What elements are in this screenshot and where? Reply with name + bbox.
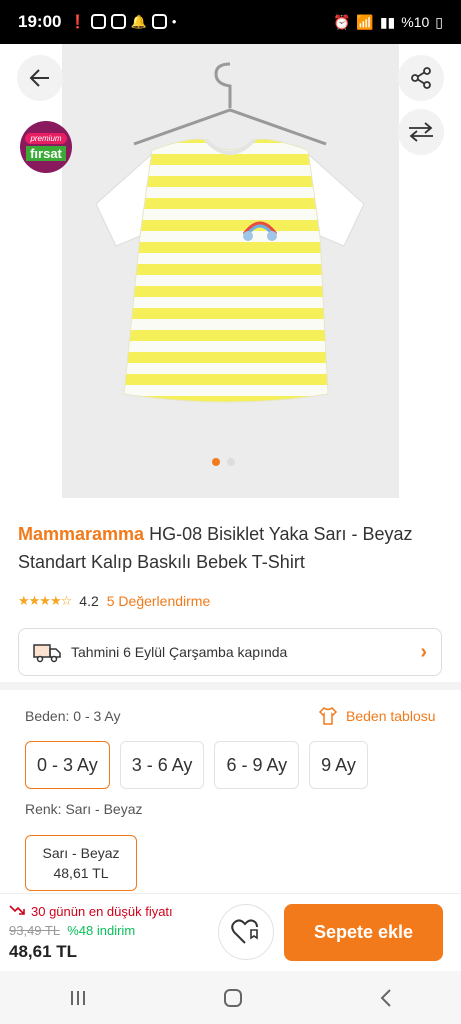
instagram-icon-3 [151, 14, 167, 29]
brand-link[interactable]: Mammaramma [18, 524, 144, 544]
gallery-pagination [212, 458, 235, 466]
rating-row[interactable]: ★★★★☆ 4.2 5 Değerlendirme [18, 593, 210, 609]
badge-premium-label: premium [25, 133, 67, 144]
share-button[interactable] [398, 55, 444, 101]
size-label: Beden: 0 - 3 Ay [25, 708, 121, 724]
color-option[interactable]: Sarı - Beyaz 48,61 TL [25, 835, 137, 891]
size-options: 0 - 3 Ay 3 - 6 Ay 6 - 9 Ay 9 Ay [25, 741, 368, 789]
add-to-cart-button[interactable]: Sepete ekle [284, 904, 443, 961]
delivery-truck-icon [33, 644, 61, 663]
notification-icons: ❗ 🔔 • [69, 14, 176, 30]
battery-label: %10 [401, 14, 430, 30]
battery-icon: ▯ [435, 13, 443, 30]
trend-down-icon [9, 905, 25, 915]
alarm-icon: ⏰ [332, 13, 351, 30]
size-chart-label: Beden tablosu [346, 708, 436, 724]
pagination-dot[interactable] [227, 458, 235, 466]
discount-label: %48 indirim [67, 923, 136, 938]
instagram-icon-2 [110, 14, 126, 29]
system-icons: ⏰ 📶 ▮▮ %10 ▯ [333, 14, 443, 31]
bell-icon: 🔔 [130, 14, 147, 29]
shirt-size-icon [318, 707, 338, 725]
favorite-button[interactable] [218, 904, 274, 960]
badge-firsat-label: fırsat [26, 146, 66, 161]
recent-apps-icon[interactable] [68, 989, 88, 1007]
reviews-link[interactable]: 5 Değerlendirme [107, 593, 211, 609]
color-label: Renk: Sarı - Beyaz [25, 801, 143, 817]
arrow-left-icon [29, 69, 49, 87]
delivery-text: Tahmini 6 Eylül Çarşamba kapında [71, 644, 288, 660]
clock: 19:00 [18, 12, 62, 31]
compare-button[interactable] [398, 109, 444, 155]
premium-firsat-badge: premium fırsat [20, 121, 72, 173]
more-dot-icon: • [171, 14, 177, 29]
delivery-estimate[interactable]: Tahmini 6 Eylül Çarşamba kapında › [18, 628, 442, 676]
instagram-icon [90, 14, 106, 29]
current-price: 48,61 TL [9, 942, 78, 961]
product-image[interactable] [62, 44, 399, 498]
status-bar: 19:00 ❗ 🔔 • ⏰ 📶 ▮▮ %10 ▯ [0, 0, 461, 44]
wifi-icon: 📶 [356, 13, 374, 30]
size-option-3-6[interactable]: 3 - 6 Ay [119, 741, 205, 789]
signal-icon: ▮▮ [379, 13, 396, 30]
heart-list-icon [231, 919, 258, 944]
pagination-dot-active[interactable] [212, 458, 220, 466]
star-rating-icon: ★★★★☆ [18, 593, 72, 608]
product-title: Mammaramma HG-08 Bisiklet Yaka Sarı - Be… [18, 520, 438, 576]
back-button[interactable] [17, 55, 63, 101]
color-option-price: 48,61 TL [53, 865, 109, 881]
product-gallery[interactable]: premium fırsat [0, 44, 461, 500]
system-nav-bar [0, 971, 461, 1024]
size-option-0-3[interactable]: 0 - 3 Ay [25, 741, 110, 789]
home-icon[interactable] [223, 988, 243, 1008]
lowest-price-note: 30 günün en düşük fiyatı [9, 904, 173, 919]
size-option-9[interactable]: 9 Ay [309, 741, 368, 789]
swap-arrows-icon [409, 122, 433, 142]
size-chart-link[interactable]: Beden tablosu [318, 706, 436, 726]
size-option-6-9[interactable]: 6 - 9 Ay [214, 741, 300, 789]
rating-value: 4.2 [79, 593, 99, 609]
old-price-row: 93,49 TL %48 indirim [9, 923, 135, 938]
section-divider [0, 682, 461, 690]
chevron-right-icon: › [420, 640, 427, 663]
old-price: 93,49 TL [9, 923, 60, 938]
color-option-name: Sarı - Beyaz [42, 845, 120, 861]
share-icon [411, 67, 431, 89]
tshirt-illustration [95, 62, 365, 403]
nav-back-icon[interactable] [379, 988, 393, 1008]
lowest-price-text: 30 günün en düşük fiyatı [31, 904, 173, 919]
alert-icon: ❗ [69, 14, 86, 29]
bottom-action-bar: 30 günün en düşük fiyatı 93,49 TL %48 in… [0, 893, 461, 971]
